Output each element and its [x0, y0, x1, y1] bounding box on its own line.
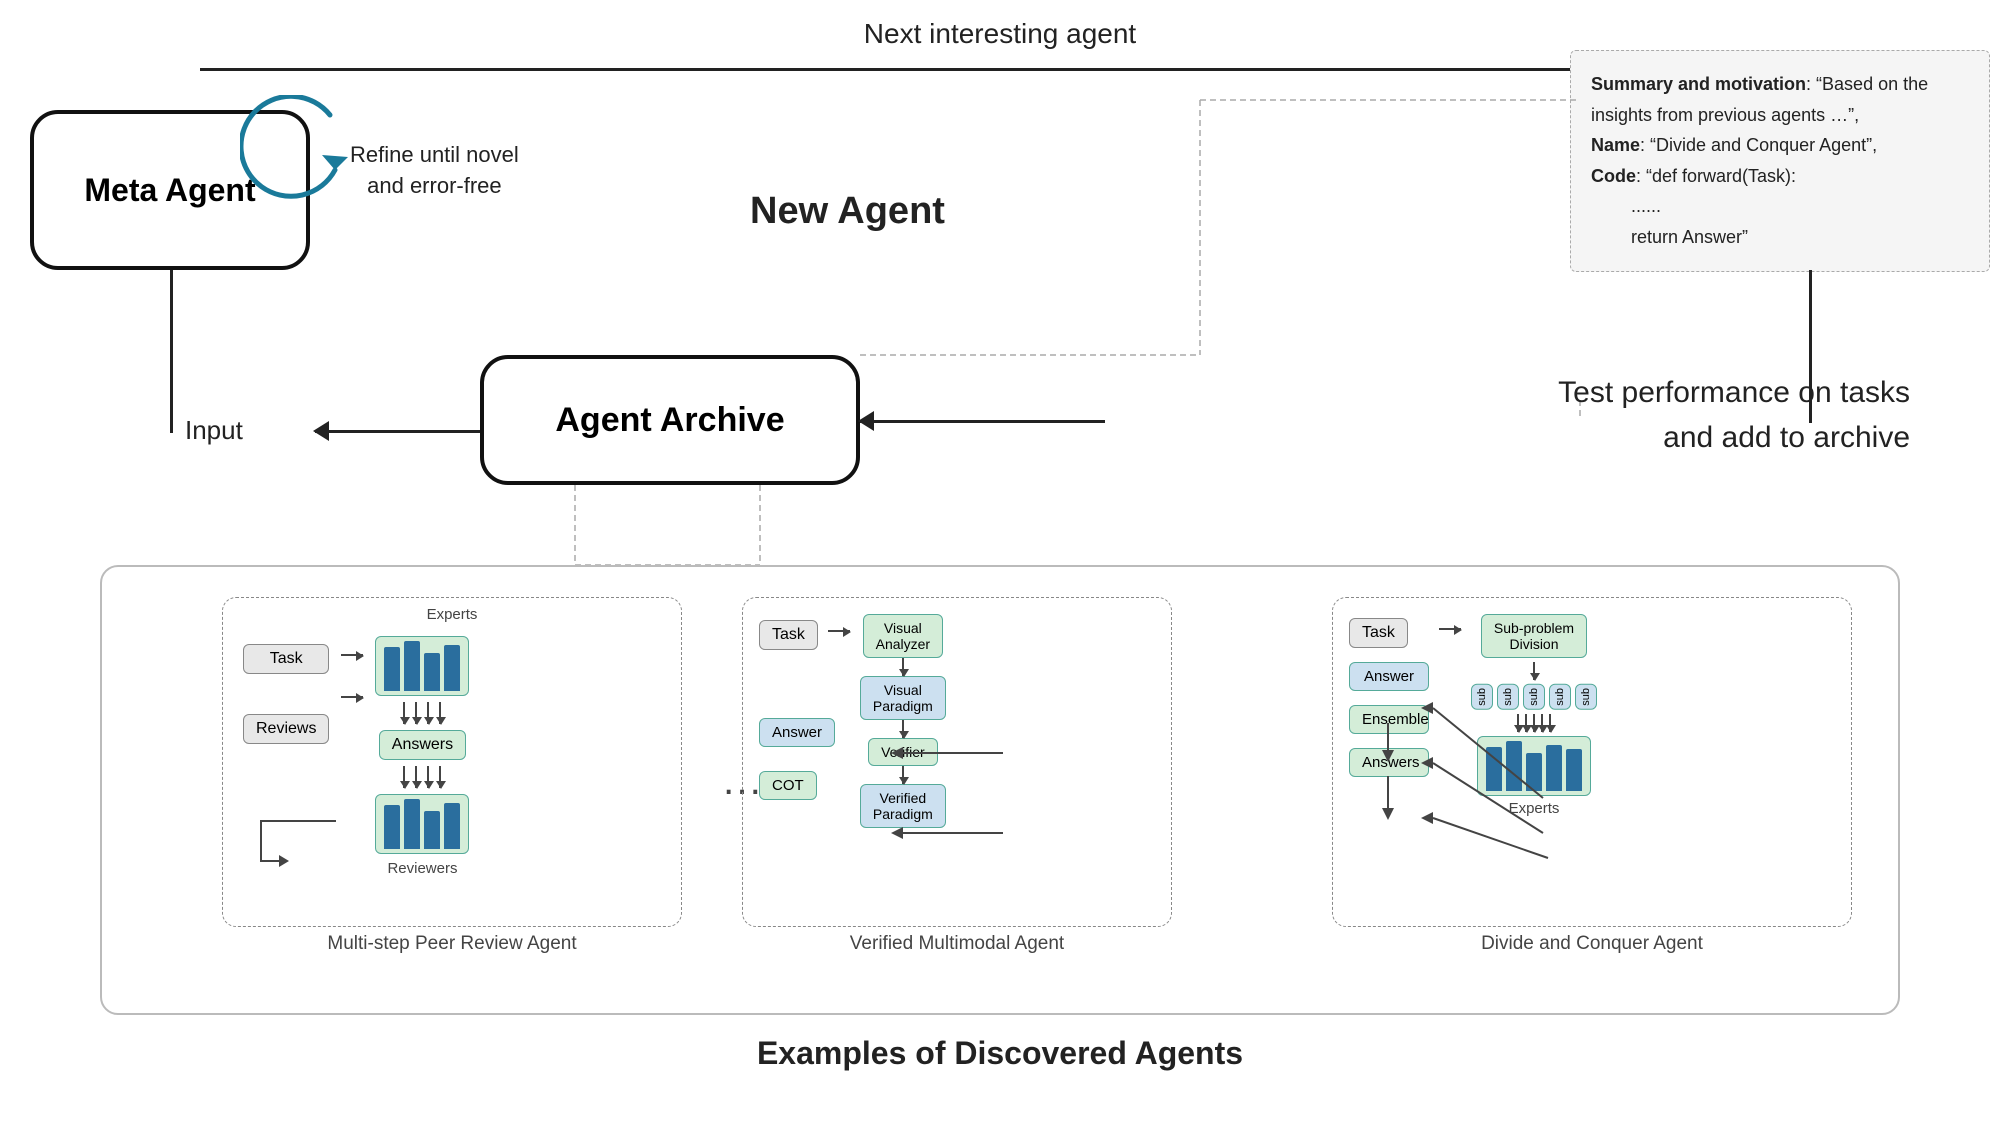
bar3 [424, 653, 440, 691]
examples-title: Examples of Discovered Agents [757, 1035, 1243, 1072]
arr-sub4-bar [1541, 714, 1543, 732]
code-text: : “def forward(Task): [1636, 166, 1796, 186]
cot-node: COT [759, 771, 817, 800]
arr-sub1-bar [1517, 714, 1519, 732]
rbar2 [404, 799, 420, 849]
bar1 [384, 647, 400, 691]
arr-down-1 [403, 702, 405, 724]
sub-agent-peer-review: Experts Task Reviews [222, 597, 682, 955]
ebar4 [1546, 745, 1562, 791]
experts-bars-1 [375, 636, 469, 696]
code-bold: Code [1591, 166, 1636, 186]
reviews-node: Reviews [243, 714, 329, 744]
experts-bars-3 [1477, 736, 1591, 796]
sub-box-5: sub [1575, 684, 1597, 710]
reviewers-label: Reviewers [387, 860, 457, 877]
experts-label-3: Experts [1509, 800, 1560, 817]
bar4 [444, 645, 460, 691]
subproblem-node: Sub-problem Division [1481, 614, 1587, 658]
task-node-2: Task [759, 620, 818, 650]
top-arrow-line [200, 68, 1810, 71]
arrow-task-visual [828, 630, 850, 632]
meta-agent-label: Meta Agent [84, 171, 255, 209]
answer-node-2: Answer [759, 718, 835, 747]
sub-box-3: sub [1523, 684, 1545, 710]
name-bold: Name [1591, 135, 1640, 155]
arrow-task-subproblem [1439, 628, 1461, 630]
ebar5 [1566, 749, 1582, 791]
reviewers-bars [375, 794, 469, 854]
left-vert-line [170, 270, 173, 433]
arr-down-4 [439, 702, 441, 724]
answers-node-3: Answers [1349, 748, 1429, 777]
rbar4 [444, 803, 460, 849]
examples-outer-box: Experts Task Reviews [100, 565, 1900, 1015]
name-text: : “Divide and Conquer Agent”, [1640, 135, 1877, 155]
summary-bold: Summary and motivation [1591, 74, 1806, 94]
sub-agent-divide-conquer: Task Answer Ensemble Answers Sub-problem… [1332, 597, 1852, 955]
arr-down-3 [427, 702, 429, 724]
arr-sub-down [1533, 662, 1535, 680]
refine-label: Refine until novel and error-free [350, 140, 519, 202]
arr-sub3-bar [1533, 714, 1535, 732]
bar2 [404, 641, 420, 691]
new-agent-info-box: Summary and motivation: “Based on the in… [1570, 50, 1990, 272]
ensemble-node: Ensemble [1349, 705, 1429, 734]
code-return: return Answer” [1631, 227, 1748, 247]
answer-node-3: Answer [1349, 662, 1429, 691]
sub-box-2: sub [1497, 684, 1519, 710]
new-agent-label: New Agent [750, 190, 945, 233]
answers-node-1: Answers [379, 730, 466, 760]
input-label: Input [185, 415, 243, 446]
test-performance-label: Test performance on tasks and add to arc… [1558, 370, 1910, 460]
ebar1 [1486, 747, 1502, 791]
arr-down-8 [439, 766, 441, 788]
ebar2 [1506, 741, 1522, 791]
refine-arrow-icon [240, 95, 360, 215]
rbar3 [424, 811, 440, 849]
sub-box-4: sub [1549, 684, 1571, 710]
agent-archive-label: Agent Archive [555, 401, 784, 440]
ebar3 [1526, 753, 1542, 791]
arr-down-7 [427, 766, 429, 788]
multimodal-arrows-svg [833, 698, 1013, 878]
arrow-reviews-answers [341, 696, 363, 698]
arr-va-vp [902, 658, 904, 676]
left-arrow-line [315, 430, 480, 433]
review-back-arrow [241, 811, 341, 871]
arrow-task-experts [341, 654, 363, 656]
agent-archive-box: Agent Archive [480, 355, 860, 485]
visual-analyzer-node: Visual Analyzer [863, 614, 943, 658]
sub-agent-multimodal: Task Visual Analyzer Visual Paradigm Ver… [742, 597, 1172, 955]
arr-sub2-bar [1525, 714, 1527, 732]
rbar1 [384, 805, 400, 849]
divide-conquer-title: Divide and Conquer Agent [1332, 933, 1852, 955]
right-arrow-line [860, 420, 1105, 423]
peer-review-title: Multi-step Peer Review Agent [222, 933, 682, 955]
arr-down-6 [415, 766, 417, 788]
sub-box-1: sub [1471, 684, 1493, 710]
arr-down-2 [415, 702, 417, 724]
experts-label-1: Experts [427, 606, 478, 623]
task-node-3: Task [1349, 618, 1408, 648]
right-vert2-line [1809, 270, 1812, 423]
task-node-1: Task [243, 644, 329, 674]
arr-down-5 [403, 766, 405, 788]
code-dots: ...... [1631, 196, 1661, 216]
next-agent-label: Next interesting agent [864, 18, 1136, 50]
multimodal-title: Verified Multimodal Agent [742, 933, 1172, 955]
arr-sub5-bar [1549, 714, 1551, 732]
